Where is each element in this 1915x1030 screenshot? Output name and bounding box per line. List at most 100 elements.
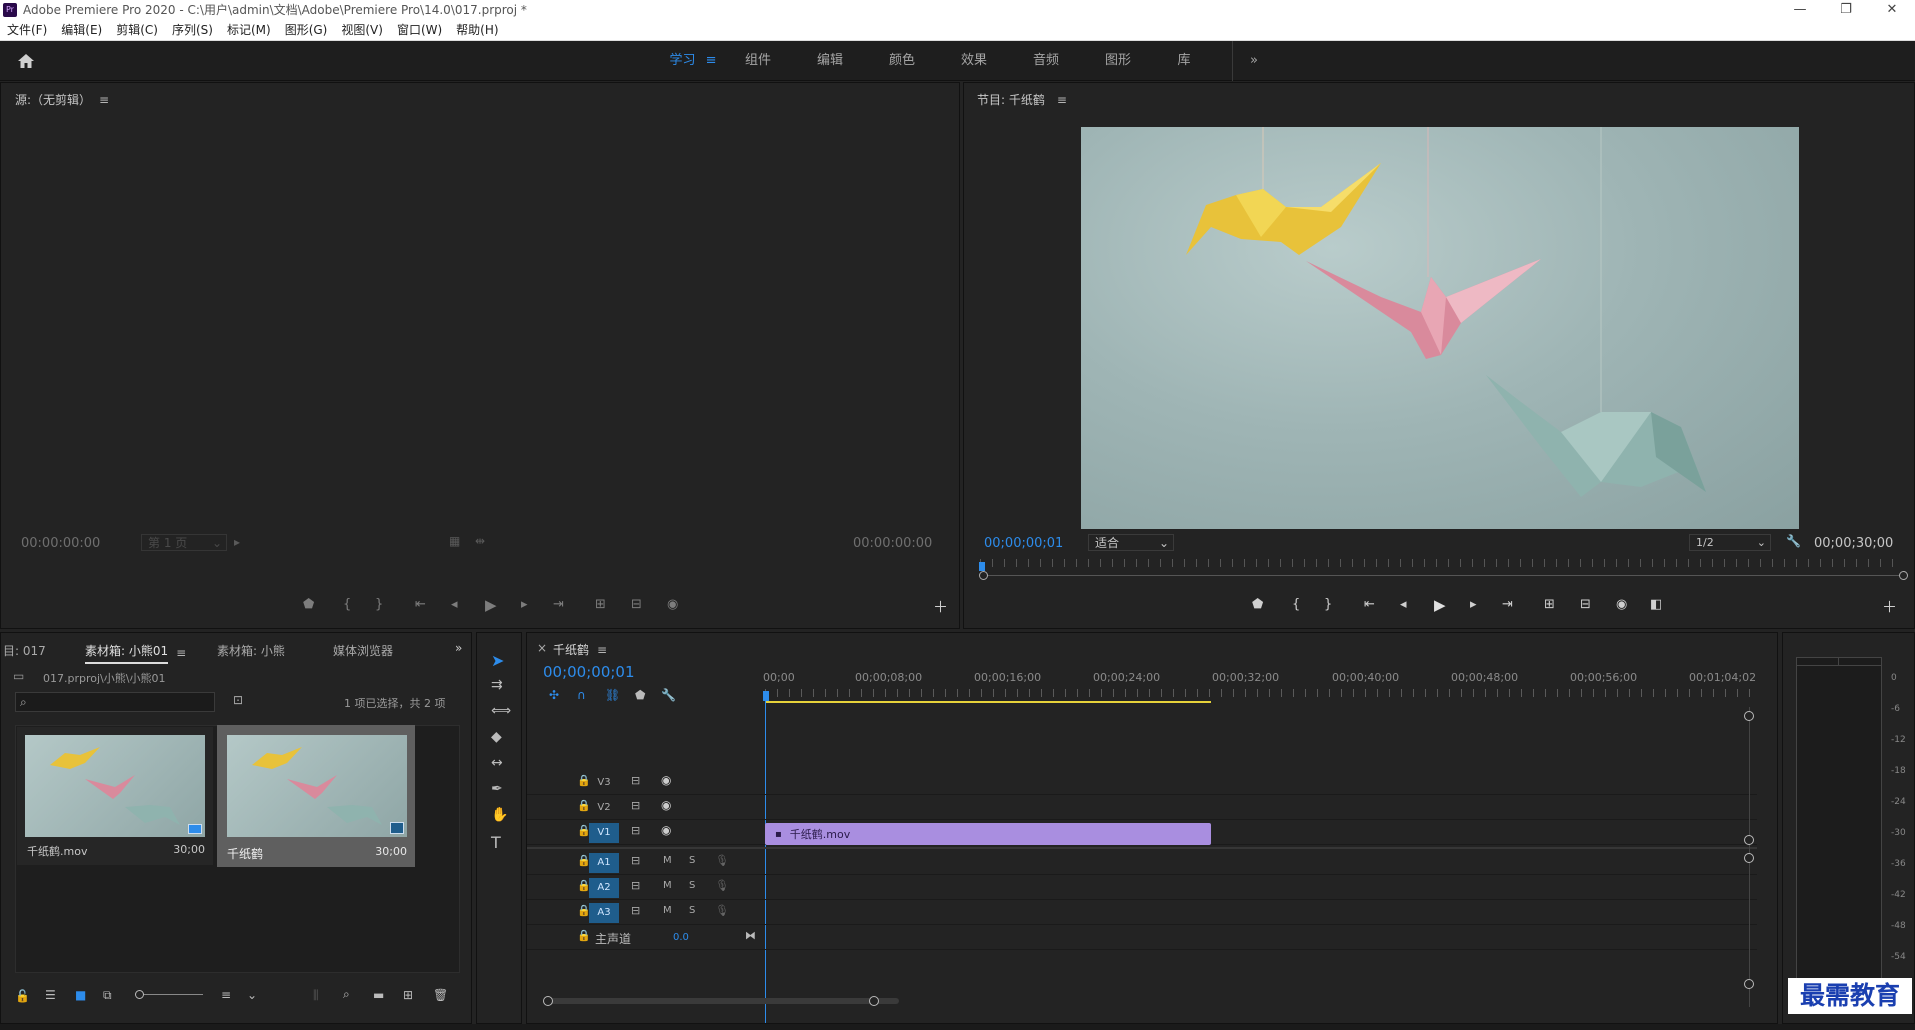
program-time-ruler[interactable] [980,559,1900,567]
freeform-view-icon[interactable]: ⧉ [103,988,112,1003]
play-icon[interactable]: ▶ [1434,596,1446,614]
microphone-icon[interactable]: 🎙 [715,879,729,892]
insert-icon[interactable]: ⊞ [595,597,606,612]
panel-overflow-icon[interactable]: » [455,641,462,655]
menu-marker[interactable]: 标记(M) [220,21,278,38]
linked-selection-icon[interactable]: ⛓ [605,688,620,702]
sync-lock-icon[interactable]: ⊟ [631,799,640,812]
track-a3[interactable]: 🔒 A3 ⊟ M S 🎙 [527,901,1757,925]
extract-icon[interactable]: ⊟ [1580,597,1591,612]
mark-in-icon[interactable]: { [1292,597,1300,612]
source-page-select[interactable]: 第 1 页 ⌄ [141,534,227,551]
zoom-handle-left[interactable] [979,571,988,580]
track-v1-label[interactable]: V1 [589,823,619,843]
track-divider[interactable] [527,847,1757,849]
add-marker-icon[interactable]: ⬟ [635,688,645,702]
project-search-input[interactable] [30,696,201,708]
sequence-tab[interactable]: 千纸鹤 ≡ [553,641,607,658]
microphone-icon[interactable]: 🎙 [715,854,729,867]
workspace-tab-editing[interactable]: 编辑 [812,41,848,81]
track-a3-label[interactable]: A3 [589,903,619,923]
scroll-handle[interactable] [869,996,879,1006]
razor-tool-icon[interactable]: ◆ [491,729,502,745]
marker-icon[interactable]: ⬟ [1252,597,1263,612]
close-icon[interactable]: × [537,641,547,655]
workspace-tab-audio[interactable]: 音频 [1028,41,1064,81]
workspace-tab-libraries[interactable]: 库 [1172,41,1196,81]
tab-bin-xiaoxiong[interactable]: 素材箱: 小熊 [217,642,285,659]
panel-menu-icon[interactable]: ≡ [1057,93,1067,107]
close-icon[interactable]: ✕ [1869,0,1915,19]
solo-button[interactable]: S [689,880,695,891]
drag-handle-icon[interactable]: ⇹ [475,534,485,548]
project-search-box[interactable]: ⌕ [15,692,215,712]
workspace-tab-learn[interactable]: 学习 ≡ [668,41,718,81]
menu-sequence[interactable]: 序列(S) [165,21,220,38]
selection-tool-icon[interactable]: ➤ [491,651,504,670]
panel-menu-icon[interactable]: ≡ [176,646,186,660]
menu-file[interactable]: 文件(F) [0,21,54,38]
go-to-in-icon[interactable]: ⇤ [1364,597,1375,612]
track-a2-label[interactable]: A2 [589,878,619,898]
safe-margins-icon[interactable]: ▦ [449,534,460,548]
sort-icon[interactable]: ≡ [221,988,231,1002]
track-v3-label[interactable]: V3 [589,773,619,793]
panel-menu-icon[interactable]: ≡ [597,643,607,657]
solo-button[interactable]: S [689,905,695,916]
sync-lock-icon[interactable]: ⊟ [631,904,640,917]
lock-icon[interactable]: 🔓 [15,989,30,1003]
scroll-handle[interactable] [1744,711,1754,721]
slip-tool-icon[interactable]: ↔ [491,755,503,771]
scroll-handle[interactable] [543,996,553,1006]
find-icon[interactable]: ⌕ [343,987,350,1002]
tab-media-browser[interactable]: 媒体浏览器 [333,642,393,659]
nest-icon[interactable]: ✣ [549,688,559,702]
timeline-clip[interactable]: ▪ 千纸鹤.mov [765,823,1211,845]
work-area-bar[interactable] [765,701,1211,703]
timeline-playhead-handle[interactable] [763,691,769,701]
track-v2[interactable]: 🔒 V2 ⊟ ◉ [527,796,1757,820]
new-bin-icon[interactable]: ▬ [373,988,384,1002]
bin-item-clip[interactable]: 千纸鹤.mov 30;00 [17,727,213,865]
menu-help[interactable]: 帮助(H) [449,21,505,38]
eye-icon[interactable]: ◉ [661,798,671,812]
go-to-out-icon[interactable]: ⇥ [553,597,564,612]
program-zoom-bar[interactable] [984,575,1902,576]
comparison-view-icon[interactable]: ◧ [1650,597,1662,612]
timeline-ruler[interactable]: 00;00 00;00;08;00 00;00;16;00 00;00;24;0… [763,671,1763,687]
zoom-slider-handle[interactable] [135,990,144,999]
mark-out-icon[interactable]: } [1324,597,1332,612]
track-master[interactable]: 🔒 主声道 0.0 ⧓ [527,926,1757,950]
timeline-timecode[interactable]: 00;00;00;01 [543,663,635,681]
track-select-tool-icon[interactable]: ⇉ [491,677,503,693]
marker-icon[interactable]: ⬟ [303,597,314,612]
mute-button[interactable]: M [663,905,672,916]
master-volume-value[interactable]: 0.0 [673,932,689,943]
step-back-icon[interactable]: ◂ [1400,597,1407,612]
track-v2-label[interactable]: V2 [589,798,619,818]
resolution-select[interactable]: 1/2 ⌄ [1689,534,1771,551]
tab-project[interactable]: 目: 017 [3,642,46,659]
icon-view-icon[interactable]: ■ [75,988,86,1002]
eye-icon[interactable]: ◉ [661,773,671,787]
go-to-out-icon[interactable]: ⇥ [1502,597,1513,612]
sync-lock-icon[interactable]: ⊟ [631,854,640,867]
wrench-icon[interactable]: 🔧 [1786,534,1801,548]
trash-icon[interactable]: 🗑 [433,988,448,1002]
mute-button[interactable]: M [663,880,672,891]
track-a2[interactable]: 🔒 A2 ⊟ M S 🎙 [527,876,1757,900]
workspace-tab-effects[interactable]: 效果 [956,41,992,81]
mark-out-icon[interactable]: } [375,597,383,612]
menu-graphics[interactable]: 图形(G) [278,21,335,38]
zoom-handle-right[interactable] [1899,571,1908,580]
overwrite-icon[interactable]: ⊟ [631,597,642,612]
play-small-icon[interactable]: ▸ [234,535,240,549]
horizontal-scrollbar[interactable] [547,998,899,1004]
ripple-edit-tool-icon[interactable]: ⟺ [491,703,511,719]
pen-tool-icon[interactable]: ✒ [491,781,503,797]
menu-view[interactable]: 视图(V) [334,21,390,38]
workspace-menu-icon[interactable]: ≡ [706,53,717,68]
step-forward-icon[interactable]: ▸ [1470,597,1477,612]
workspace-overflow-icon[interactable]: » [1244,41,1264,81]
export-frame-icon[interactable]: ◉ [1616,597,1627,612]
